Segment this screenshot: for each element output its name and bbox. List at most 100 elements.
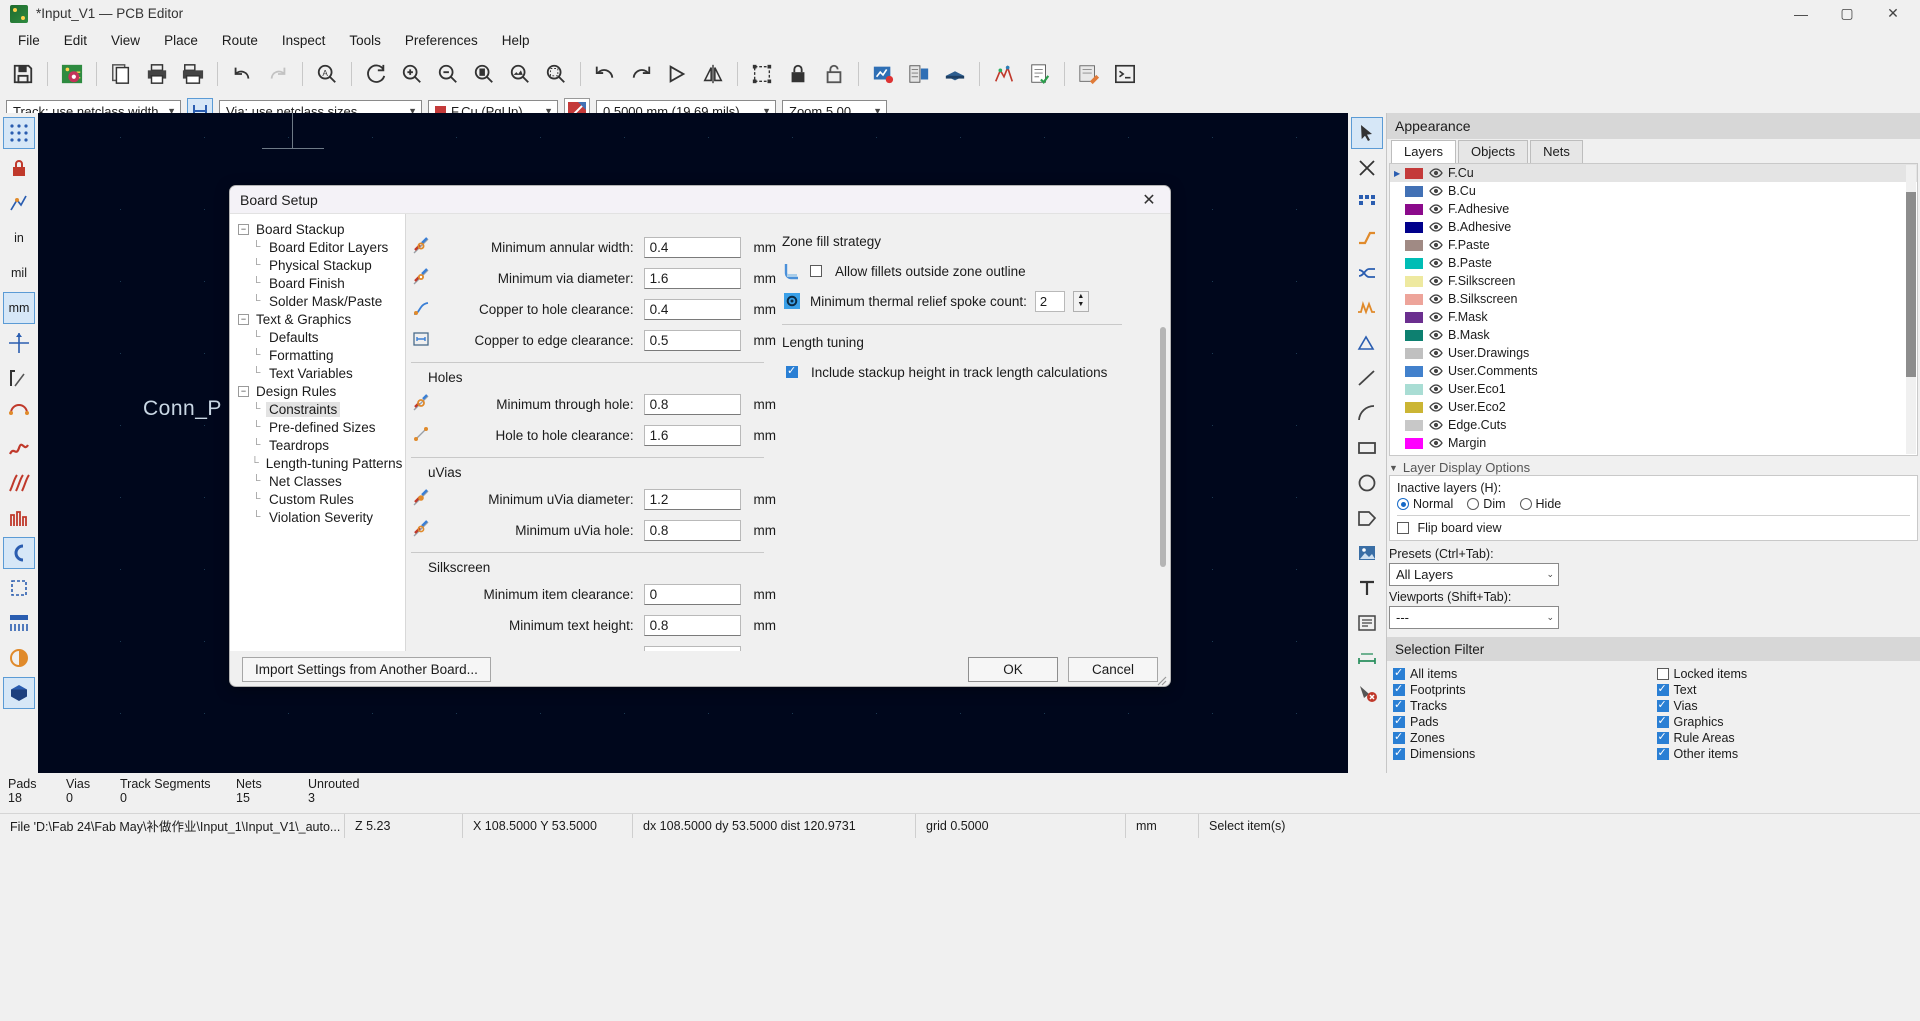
layer-color-swatch[interactable] — [1405, 347, 1423, 359]
selection-filter-checkbox[interactable] — [1393, 714, 1405, 728]
layer-row[interactable]: B.Mask — [1390, 326, 1917, 344]
zoom-selection-icon[interactable] — [539, 57, 573, 91]
menu-view[interactable]: View — [99, 30, 152, 51]
measure-tool-icon[interactable] — [1351, 152, 1383, 184]
tab-objects[interactable]: Objects — [1458, 140, 1529, 163]
menu-inspect[interactable]: Inspect — [270, 30, 338, 51]
eye-icon[interactable] — [1428, 222, 1443, 232]
layer-row[interactable]: User.Drawings — [1390, 344, 1917, 362]
layer-color-swatch[interactable] — [1405, 419, 1423, 431]
add-dimension-icon[interactable] — [1351, 642, 1383, 674]
selection-filter-checkbox[interactable] — [1656, 746, 1669, 760]
add-via-icon[interactable] — [1351, 327, 1383, 359]
tree-item[interactable]: └ Constraints — [238, 400, 405, 418]
zone-filled-icon[interactable] — [3, 432, 35, 464]
radio-dim[interactable]: Dim — [1467, 497, 1506, 511]
layer-color-swatch[interactable] — [1405, 365, 1423, 377]
units-mil[interactable]: mil — [3, 257, 35, 289]
eye-icon[interactable] — [1428, 330, 1443, 340]
tree-expander-icon[interactable]: − — [238, 223, 249, 235]
layer-row[interactable]: B.Cu — [1390, 182, 1917, 200]
layer-row[interactable]: F.Adhesive — [1390, 200, 1917, 218]
layer-color-swatch[interactable] — [1405, 311, 1423, 323]
tree-item[interactable]: └ Net Classes — [238, 472, 405, 490]
layer-color-swatch[interactable] — [1405, 167, 1423, 179]
eye-icon[interactable] — [1428, 438, 1443, 448]
tree-item[interactable]: └ Length-tuning Patterns — [238, 454, 405, 472]
add-text-icon[interactable] — [1351, 572, 1383, 604]
pads-sketch-icon[interactable] — [3, 537, 35, 569]
drc-icon[interactable] — [866, 57, 900, 91]
selection-filter-item[interactable]: Vias — [1656, 698, 1915, 713]
layer-row[interactable]: Margin — [1390, 434, 1917, 452]
tree-item[interactable]: − Design Rules — [238, 382, 405, 400]
layer-color-swatch[interactable] — [1405, 401, 1423, 413]
grid-settings-icon[interactable] — [3, 117, 35, 149]
layer-row[interactable]: User.Eco1 — [1390, 380, 1917, 398]
layer-color-swatch[interactable] — [1405, 383, 1423, 395]
menu-route[interactable]: Route — [210, 30, 270, 51]
footprint-editor-icon[interactable] — [1072, 57, 1106, 91]
page-settings-icon[interactable] — [104, 57, 138, 91]
selection-filter-checkbox[interactable] — [1656, 730, 1669, 744]
menu-preferences[interactable]: Preferences — [393, 30, 490, 51]
tree-item[interactable]: − Board Stackup — [238, 220, 405, 238]
selection-filter-item[interactable]: Zones — [1393, 730, 1651, 745]
layer-color-swatch[interactable] — [1405, 185, 1423, 197]
layer-color-swatch[interactable] — [1405, 293, 1423, 305]
flip-board-view-row[interactable]: Flip board view — [1397, 516, 1910, 535]
tree-item[interactable]: └ Defaults — [238, 328, 405, 346]
draw-polygon-icon[interactable] — [1351, 502, 1383, 534]
thermal-spoke-input[interactable]: 2 — [1034, 290, 1065, 312]
highlight-net-icon[interactable] — [1351, 187, 1383, 219]
tree-item[interactable]: └ Board Finish — [238, 274, 405, 292]
tree-item[interactable]: └ Solder Mask/Paste — [238, 292, 405, 310]
plot-icon[interactable] — [176, 57, 210, 91]
eye-icon[interactable] — [1428, 204, 1443, 214]
layers-scrollbar-thumb[interactable] — [1906, 192, 1916, 377]
board-3d-icon[interactable] — [938, 57, 972, 91]
zone-hatched-icon[interactable] — [3, 502, 35, 534]
zoom-page-icon[interactable] — [467, 57, 501, 91]
eye-icon[interactable] — [1428, 384, 1443, 394]
selection-filter-item[interactable]: Tracks — [1393, 698, 1651, 713]
constraint-input[interactable]: 0.8 — [643, 520, 741, 541]
selection-filter-checkbox[interactable] — [1393, 730, 1405, 744]
selection-filter-item[interactable]: Rule Areas — [1656, 730, 1915, 745]
layer-display-options-header[interactable]: ▼ Layer Display Options — [1389, 460, 1918, 475]
tune-length-icon[interactable] — [1351, 292, 1383, 324]
tree-item[interactable]: └ Formatting — [238, 346, 405, 364]
flip-right-icon[interactable] — [624, 57, 658, 91]
delete-tool-icon[interactable] — [1351, 677, 1383, 709]
select-tool-icon[interactable] — [1351, 117, 1383, 149]
footprint-check-icon[interactable] — [902, 57, 936, 91]
constraint-input[interactable]: 0.8 — [643, 615, 741, 636]
constraint-input[interactable]: 1.2 — [643, 489, 741, 510]
layer-row[interactable]: F.Paste — [1390, 236, 1917, 254]
lock-icon[interactable] — [781, 57, 815, 91]
eye-icon[interactable] — [1428, 294, 1443, 304]
selection-filter-checkbox[interactable] — [1656, 682, 1669, 696]
layer-color-swatch[interactable] — [1405, 239, 1423, 251]
save-icon[interactable] — [6, 57, 40, 91]
curved-ratsnest-icon[interactable] — [3, 397, 35, 429]
stepper-up-icon[interactable]: ▲ — [1077, 293, 1084, 301]
find-icon[interactable]: A — [310, 57, 344, 91]
eye-icon[interactable] — [1428, 312, 1443, 322]
add-textbox-icon[interactable] — [1351, 607, 1383, 639]
layers-list[interactable]: ▶ F.Cu B.Cu F.Adhesive B.Adhesive F.Paste B.Pa… — [1389, 163, 1918, 456]
selection-filter-item[interactable]: Other items — [1656, 746, 1915, 761]
include-stackup-row[interactable]: Include stackup height in track length c… — [782, 357, 1136, 387]
layer-row[interactable]: ▶ F.Cu — [1390, 164, 1917, 182]
eye-icon[interactable] — [1428, 276, 1443, 286]
layer-color-swatch[interactable] — [1405, 221, 1423, 233]
layer-row[interactable]: F.Silkscreen — [1390, 272, 1917, 290]
scripting-console-icon[interactable] — [1108, 57, 1142, 91]
layer-row[interactable]: Edge.Cuts — [1390, 416, 1917, 434]
close-icon[interactable]: ✕ — [1138, 189, 1160, 211]
draw-line-icon[interactable] — [1351, 362, 1383, 394]
constraint-input[interactable]: 0.4 — [643, 237, 741, 258]
tracks-sketch-icon[interactable] — [3, 607, 35, 639]
constraint-input[interactable]: 0.08 — [643, 646, 741, 651]
grid-origin-icon[interactable] — [3, 187, 35, 219]
